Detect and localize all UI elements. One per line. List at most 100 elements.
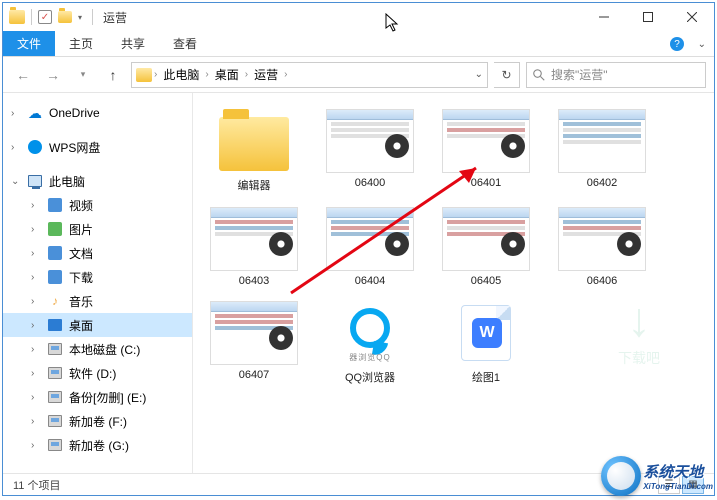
file-item[interactable]: 06404 xyxy=(319,203,421,291)
nav-drive-e[interactable]: ›备份[勿删] (E:) xyxy=(3,385,192,409)
maximize-button[interactable] xyxy=(626,3,670,31)
watermark-en: XiTongTianDi.com xyxy=(643,482,713,491)
pc-icon xyxy=(28,175,42,187)
search-box[interactable]: 搜索"运营" xyxy=(526,62,706,88)
nav-pictures[interactable]: ›图片 xyxy=(3,217,192,241)
nav-drive-f[interactable]: ›新加卷 (F:) xyxy=(3,409,192,433)
breadcrumb-desktop[interactable]: 桌面 xyxy=(211,66,243,83)
file-item[interactable]: W 绘图1 xyxy=(435,297,537,389)
content-area[interactable]: 编辑器 06400 06401 06402 06403 xyxy=(193,93,714,473)
nav-desktop[interactable]: ›桌面 xyxy=(3,313,192,337)
file-item[interactable]: 06403 xyxy=(203,203,305,291)
thumbnail: 器浏览QQ xyxy=(326,301,414,365)
tab-home[interactable]: 主页 xyxy=(55,31,107,56)
window-controls xyxy=(582,3,714,31)
downloads-icon xyxy=(48,270,62,284)
chevron-right-icon[interactable]: › xyxy=(245,69,248,80)
tab-file[interactable]: 文件 xyxy=(3,31,55,56)
navigation-pane[interactable]: ›☁OneDrive ›WPS网盘 ⌄此电脑 ›视频 ›图片 ›文档 ›下载 ›… xyxy=(3,93,193,473)
forward-button[interactable]: → xyxy=(41,63,65,87)
quick-access-toolbar: ✓ ▾ xyxy=(9,9,97,25)
file-item[interactable]: 06402 xyxy=(551,105,653,197)
nav-music[interactable]: ›♪音乐 xyxy=(3,289,192,313)
properties-qat-icon[interactable]: ✓ xyxy=(38,10,52,24)
refresh-button[interactable]: ↻ xyxy=(494,62,520,88)
folder-icon xyxy=(210,109,298,173)
chevron-right-icon[interactable]: › xyxy=(31,320,34,331)
nav-wps[interactable]: ›WPS网盘 xyxy=(3,135,192,159)
ribbon-expand-icon[interactable]: ⌄ xyxy=(698,39,706,50)
desktop-icon xyxy=(48,319,62,331)
thumbnail xyxy=(442,207,530,271)
qat-dropdown-icon[interactable]: ▾ xyxy=(78,13,82,22)
search-placeholder: 搜索"运营" xyxy=(551,66,608,83)
chevron-right-icon[interactable]: › xyxy=(31,368,34,379)
file-item[interactable]: 06405 xyxy=(435,203,537,291)
nav-drive-d[interactable]: ›软件 (D:) xyxy=(3,361,192,385)
open-qat-icon[interactable] xyxy=(58,11,72,23)
nav-onedrive[interactable]: ›☁OneDrive xyxy=(3,101,192,125)
item-label: 06407 xyxy=(239,369,270,381)
drive-icon xyxy=(48,367,62,379)
nav-video[interactable]: ›视频 xyxy=(3,193,192,217)
chevron-right-icon[interactable]: › xyxy=(31,272,34,283)
nav-documents[interactable]: ›文档 xyxy=(3,241,192,265)
window-title: 运营 xyxy=(103,9,127,26)
breadcrumb-pc[interactable]: 此电脑 xyxy=(159,66,203,83)
chevron-right-icon[interactable]: › xyxy=(31,440,34,451)
nav-network[interactable]: ›网络 xyxy=(3,467,192,473)
item-label: 06403 xyxy=(239,275,270,287)
thumbnail xyxy=(210,301,298,365)
chevron-right-icon[interactable]: › xyxy=(31,224,34,235)
drive-icon xyxy=(48,343,62,355)
thumbnail: W xyxy=(442,301,530,365)
back-button[interactable]: ← xyxy=(11,63,35,87)
chevron-right-icon[interactable]: › xyxy=(11,108,14,119)
file-item[interactable]: 器浏览QQ QQ浏览器 xyxy=(319,297,421,389)
chevron-right-icon[interactable]: › xyxy=(31,296,34,307)
nav-this-pc[interactable]: ⌄此电脑 xyxy=(3,169,192,193)
file-item[interactable]: 06400 xyxy=(319,105,421,197)
address-bar[interactable]: › 此电脑 › 桌面 › 运营 › ⌄ xyxy=(131,62,488,88)
close-button[interactable] xyxy=(670,3,714,31)
body: ›☁OneDrive ›WPS网盘 ⌄此电脑 ›视频 ›图片 ›文档 ›下载 ›… xyxy=(3,93,714,473)
minimize-button[interactable] xyxy=(582,3,626,31)
watermark-cn: 系统天地 xyxy=(643,461,713,482)
nav-drive-g[interactable]: ›新加卷 (G:) xyxy=(3,433,192,457)
tab-share[interactable]: 共享 xyxy=(107,31,159,56)
titlebar: ✓ ▾ 运营 xyxy=(3,3,714,31)
thumbnail xyxy=(558,109,646,173)
music-icon: ♪ xyxy=(47,293,63,309)
nav-downloads[interactable]: ›下载 xyxy=(3,265,192,289)
chevron-right-icon[interactable]: › xyxy=(31,392,34,403)
item-label: 06404 xyxy=(355,275,386,287)
file-item[interactable]: 06407 xyxy=(203,297,305,389)
item-label: QQ浏览器 xyxy=(345,369,395,385)
chevron-right-icon[interactable]: › xyxy=(11,142,14,153)
address-bar-row: ← → ▾ ↑ › 此电脑 › 桌面 › 运营 › ⌄ ↻ 搜索"运营" xyxy=(3,57,714,93)
up-button[interactable]: ↑ xyxy=(101,63,125,87)
tab-view[interactable]: 查看 xyxy=(159,31,211,56)
chevron-down-icon[interactable]: ⌄ xyxy=(11,176,19,187)
wps-icon xyxy=(28,140,42,154)
wps-document-icon: W xyxy=(461,305,511,361)
file-item[interactable]: 06401 xyxy=(435,105,537,197)
help-icon[interactable]: ? xyxy=(670,37,684,51)
chevron-right-icon[interactable]: › xyxy=(31,344,34,355)
item-label: 06402 xyxy=(587,177,618,189)
chevron-right-icon[interactable]: › xyxy=(284,69,287,80)
thumbnail xyxy=(326,207,414,271)
folder-icon[interactable] xyxy=(9,10,25,24)
chevron-right-icon[interactable]: › xyxy=(205,69,208,80)
chevron-right-icon[interactable]: › xyxy=(31,248,34,259)
file-item[interactable]: 06406 xyxy=(551,203,653,291)
chevron-right-icon[interactable]: › xyxy=(154,69,157,80)
chevron-right-icon[interactable]: › xyxy=(31,200,34,211)
recent-dropdown-icon[interactable]: ▾ xyxy=(71,63,95,87)
address-dropdown-icon[interactable]: ⌄ xyxy=(475,69,483,80)
chevron-right-icon[interactable]: › xyxy=(31,416,34,427)
video-icon xyxy=(48,198,62,212)
nav-drive-c[interactable]: ›本地磁盘 (C:) xyxy=(3,337,192,361)
breadcrumb-current[interactable]: 运营 xyxy=(250,66,282,83)
folder-item[interactable]: 编辑器 xyxy=(203,105,305,197)
